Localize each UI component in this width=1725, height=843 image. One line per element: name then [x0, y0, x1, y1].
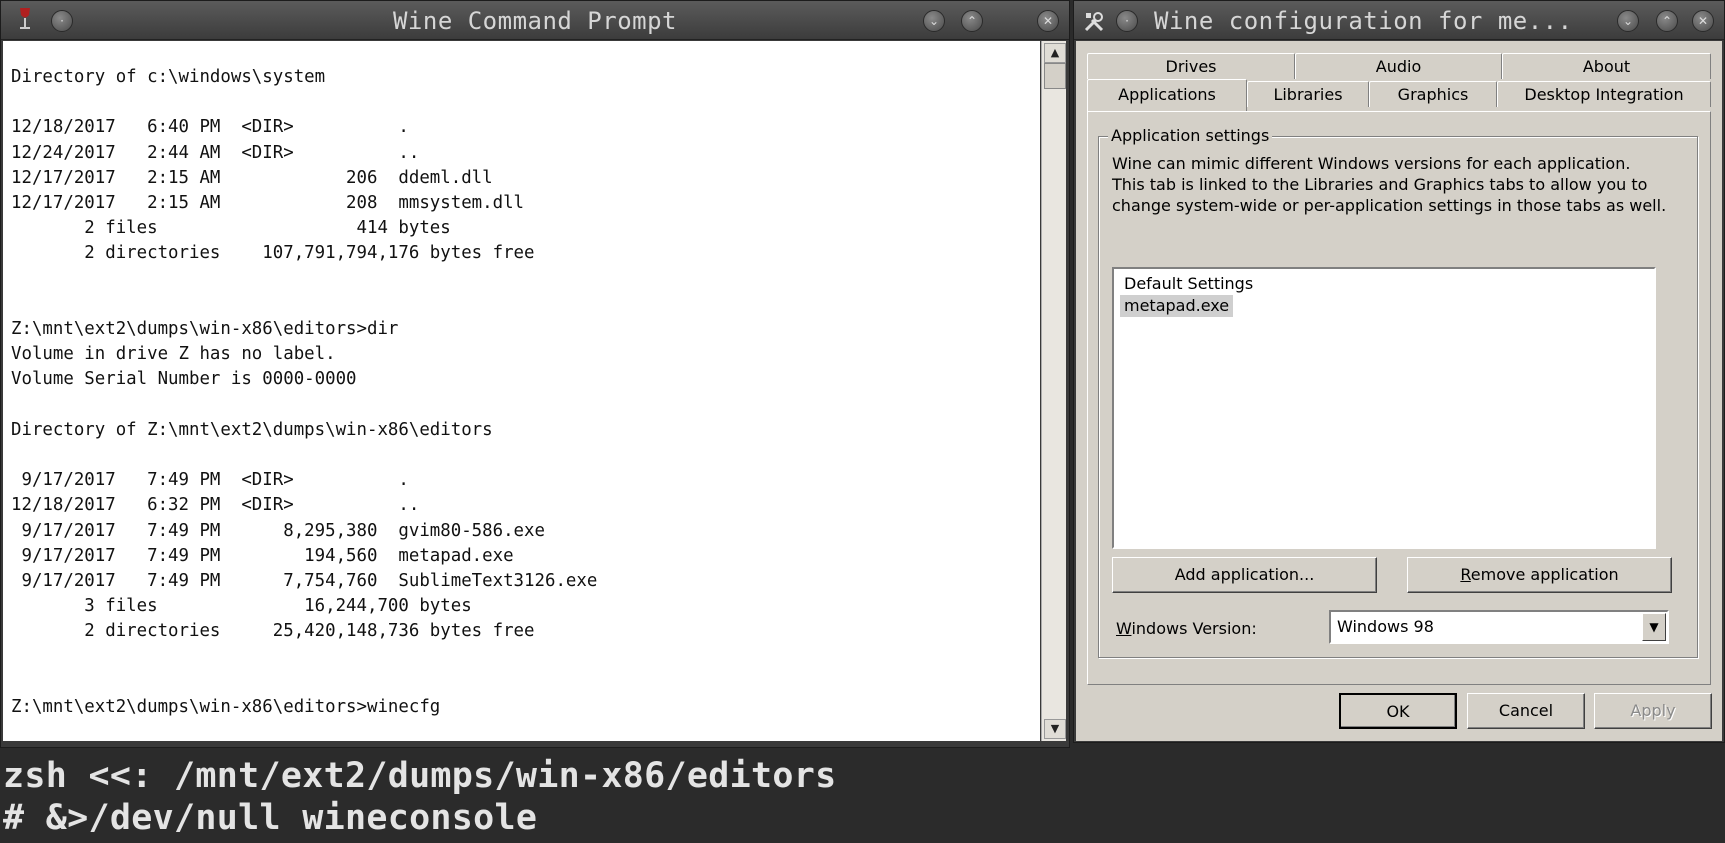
- windows-version-select[interactable]: Windows 98 ▼: [1329, 610, 1669, 644]
- minimize-icon[interactable]: ⌄: [1617, 10, 1639, 32]
- console-window: · Wine Command Prompt ⌄ ⌃ ✕ Directory of…: [0, 0, 1070, 748]
- maximize-icon[interactable]: ⌃: [1656, 10, 1678, 32]
- window-menu-icon[interactable]: ·: [1116, 10, 1138, 32]
- console-text: Directory of c:\windows\system 12/18/201…: [11, 67, 598, 718]
- group-title: Application settings: [1108, 126, 1273, 145]
- zsh-prompt-line: zsh <<: /mnt/ext2/dumps/win-x86/editors: [3, 756, 837, 796]
- console-output[interactable]: Directory of c:\windows\system 12/18/201…: [3, 41, 1040, 741]
- ok-button[interactable]: OK: [1339, 693, 1457, 729]
- winecfg-content: Drives Audio About Applications Librarie…: [1076, 41, 1722, 741]
- tab-about[interactable]: About: [1502, 53, 1711, 79]
- remove-application-button[interactable]: Remove application: [1407, 557, 1672, 593]
- tab-libraries[interactable]: Libraries: [1247, 81, 1369, 107]
- application-list[interactable]: Default Settings metapad.exe: [1112, 267, 1656, 549]
- add-application-button[interactable]: Add application...: [1112, 557, 1377, 593]
- cancel-button[interactable]: Cancel: [1467, 693, 1585, 729]
- winecfg-titlebar[interactable]: · Wine configuration for me... ⌄ ⌃ ✕: [1074, 1, 1724, 40]
- chevron-down-icon[interactable]: ▼: [1642, 613, 1666, 641]
- minimize-icon[interactable]: ⌄: [923, 10, 945, 32]
- scroll-thumb[interactable]: [1044, 63, 1066, 89]
- scroll-down-icon[interactable]: ▼: [1044, 719, 1066, 739]
- console-titlebar[interactable]: · Wine Command Prompt ⌄ ⌃ ✕: [1, 1, 1069, 40]
- zsh-terminal[interactable]: zsh <<: /mnt/ext2/dumps/win-x86/editors …: [0, 748, 1725, 843]
- console-title: Wine Command Prompt: [392, 7, 678, 35]
- winecfg-window: · Wine configuration for me... ⌄ ⌃ ✕ Dri…: [1073, 0, 1725, 743]
- list-item-selected[interactable]: metapad.exe: [1120, 295, 1234, 317]
- windows-version-value: Windows 98: [1337, 617, 1434, 636]
- scroll-up-icon[interactable]: ▲: [1044, 43, 1066, 63]
- maximize-icon[interactable]: ⌃: [961, 10, 983, 32]
- app-description: Wine can mimic different Windows version…: [1112, 154, 1667, 215]
- tab-desktop-integration[interactable]: Desktop Integration: [1497, 81, 1711, 107]
- tab-graphics[interactable]: Graphics: [1369, 81, 1497, 107]
- zsh-command-line: # &>/dev/null wineconsole: [3, 798, 538, 838]
- winecfg-title: Wine configuration for me...: [1154, 7, 1573, 35]
- close-icon[interactable]: ✕: [1037, 10, 1059, 32]
- tab-drives[interactable]: Drives: [1087, 53, 1295, 79]
- tab-audio[interactable]: Audio: [1295, 53, 1502, 79]
- console-scrollbar[interactable]: ▲ ▼: [1041, 41, 1066, 741]
- tools-icon: [1082, 10, 1104, 32]
- remove-button-label: emove application: [1470, 565, 1619, 584]
- tab-applications[interactable]: Applications: [1087, 79, 1247, 111]
- close-icon[interactable]: ✕: [1692, 10, 1714, 32]
- windows-version-label: Windows Version:: [1116, 619, 1257, 638]
- list-item[interactable]: Default Settings: [1120, 273, 1257, 295]
- apply-button[interactable]: Apply: [1594, 693, 1712, 729]
